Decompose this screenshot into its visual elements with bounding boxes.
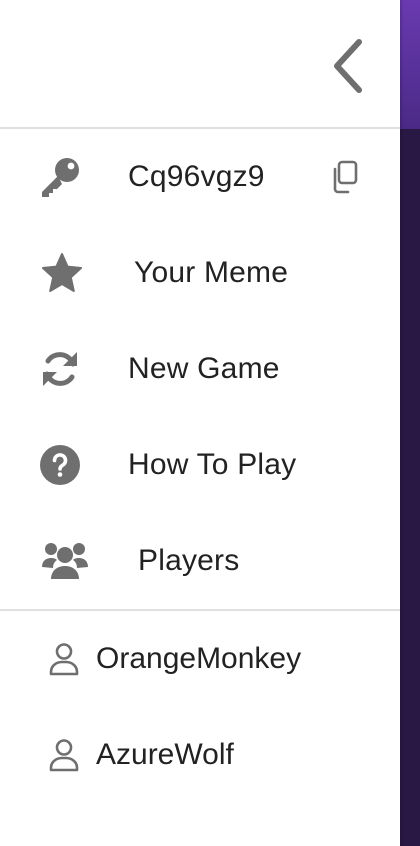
- game-code-label: Cq96vgz9: [128, 160, 265, 193]
- copy-icon: [333, 160, 358, 194]
- key-icon: [38, 156, 82, 198]
- menu-item-players[interactable]: Players: [0, 513, 400, 609]
- your-meme-label: Your Meme: [134, 256, 289, 289]
- close-drawer-button[interactable]: [318, 28, 378, 104]
- menu-item-your-meme[interactable]: Your Meme: [0, 225, 400, 321]
- refresh-icon: [40, 349, 80, 389]
- copy-code-button[interactable]: [322, 155, 366, 199]
- players-label: Players: [138, 544, 240, 577]
- drawer-header: [0, 0, 400, 129]
- users-icon: [40, 541, 90, 581]
- menu-item-how-to-play[interactable]: How To Play: [0, 417, 400, 513]
- menu-item-game-code: Cq96vgz9: [0, 129, 400, 225]
- app-background: [400, 0, 420, 846]
- question-circle-icon: [40, 445, 80, 485]
- player-name: AzureWolf: [96, 738, 234, 771]
- user-icon: [48, 642, 80, 676]
- side-drawer: Cq96vgz9 Your Meme New Game How To Play …: [0, 0, 400, 846]
- chevron-left-icon: [334, 39, 362, 93]
- user-icon: [48, 738, 80, 772]
- how-to-play-label: How To Play: [128, 448, 297, 481]
- list-item: OrangeMonkey: [0, 611, 400, 707]
- app-header-strip: [400, 0, 420, 129]
- player-name: OrangeMonkey: [96, 642, 302, 675]
- menu-item-new-game[interactable]: New Game: [0, 321, 400, 417]
- list-item: AzureWolf: [0, 707, 400, 803]
- star-icon: [40, 252, 84, 294]
- new-game-label: New Game: [128, 352, 280, 385]
